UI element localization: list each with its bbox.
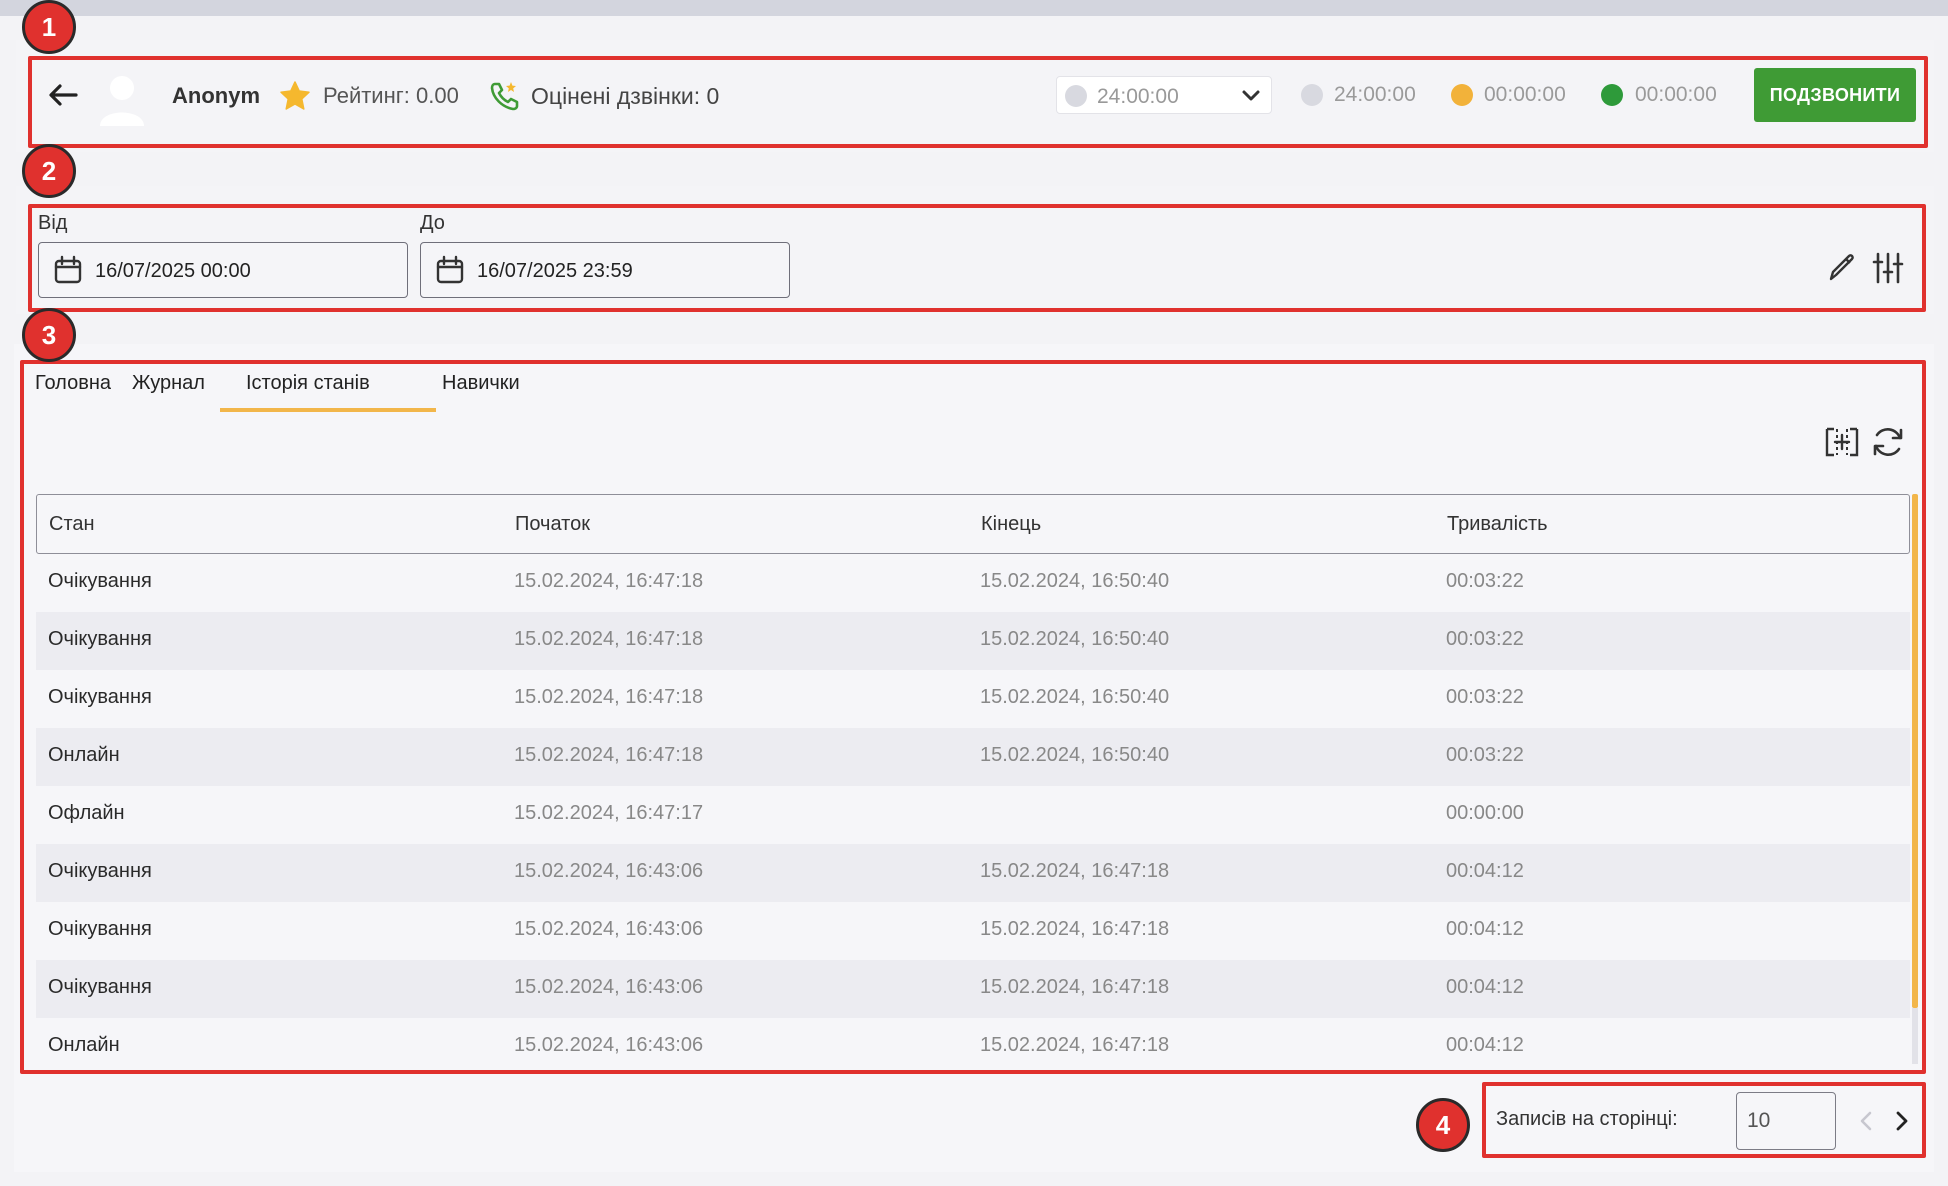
timer-dot-online: [1601, 84, 1623, 106]
table-scrollbar-track[interactable]: [1912, 1008, 1918, 1064]
agent-name: Anonym: [172, 83, 260, 108]
cell-duration: 00:04:12: [1446, 918, 1524, 940]
cell-start: 15.02.2024, 16:47:18: [514, 686, 704, 708]
tab-skills[interactable]: Навички: [442, 372, 520, 395]
per-page-label: Записів на сторінці:: [1496, 1108, 1678, 1130]
cell-end: 15.02.2024, 16:50:40: [980, 686, 1170, 708]
from-label: Від: [38, 212, 68, 234]
to-date-field[interactable]: [420, 242, 790, 298]
cell-duration: 00:03:22: [1446, 570, 1524, 592]
column-header-duration[interactable]: Тривалість: [1447, 513, 1548, 536]
cell-state: Офлайн: [48, 802, 125, 824]
pencil-icon[interactable]: [1824, 250, 1860, 286]
chevron-right-icon[interactable]: [1888, 1106, 1916, 1136]
status-dot: [1065, 85, 1087, 107]
chevron-left-icon[interactable]: [1852, 1106, 1880, 1136]
refresh-icon[interactable]: [1870, 424, 1906, 460]
to-date-input[interactable]: [477, 257, 777, 285]
fit-columns-icon[interactable]: [1824, 424, 1860, 460]
cell-start: 15.02.2024, 16:43:06: [514, 976, 704, 998]
table-body: Очікування 15.02.2024, 16:47:18 15.02.20…: [36, 554, 1910, 1076]
tab-state-history[interactable]: Історія станів: [246, 372, 370, 395]
user-avatar-icon: [100, 76, 144, 126]
cell-end: 15.02.2024, 16:50:40: [980, 744, 1170, 766]
sliders-icon[interactable]: [1870, 250, 1906, 286]
annotation-badge-1: 1: [22, 0, 76, 54]
cell-start: 15.02.2024, 16:47:18: [514, 628, 704, 650]
cell-state: Очікування: [48, 686, 152, 708]
star-icon: [280, 81, 310, 110]
calendar-icon: [54, 255, 82, 284]
top-strip: [0, 0, 1948, 16]
cell-end: 15.02.2024, 16:47:18: [980, 918, 1170, 940]
table-row[interactable]: Онлайн 15.02.2024, 16:43:06 15.02.2024, …: [36, 1018, 1910, 1076]
cell-state: Очікування: [48, 918, 152, 940]
cell-duration: 00:04:12: [1446, 976, 1524, 998]
column-header-state[interactable]: Стан: [49, 513, 95, 536]
cell-state: Онлайн: [48, 1034, 120, 1056]
cell-start: 15.02.2024, 16:43:06: [514, 860, 704, 882]
table-row[interactable]: Онлайн 15.02.2024, 16:47:18 15.02.2024, …: [36, 728, 1910, 786]
status-select-value: 24:00:00: [1097, 85, 1179, 108]
cell-state: Очікування: [48, 976, 152, 998]
cell-start: 15.02.2024, 16:47:17: [514, 802, 704, 824]
cell-end: 15.02.2024, 16:47:18: [980, 976, 1170, 998]
call-button[interactable]: ПОДЗВОНИТИ: [1754, 68, 1916, 122]
table-row[interactable]: Очікування 15.02.2024, 16:47:18 15.02.20…: [36, 554, 1910, 612]
state-history-table: Стан Початок Кінець Тривалість Очікуванн…: [36, 494, 1910, 1076]
annotation-badge-3: 3: [22, 308, 76, 362]
table-header: Стан Початок Кінець Тривалість: [36, 494, 1910, 554]
cell-start: 15.02.2024, 16:47:18: [514, 744, 704, 766]
status-select[interactable]: 24:00:00: [1056, 76, 1272, 114]
cell-duration: 00:03:22: [1446, 628, 1524, 650]
cell-state: Очікування: [48, 860, 152, 882]
cell-state: Очікування: [48, 570, 152, 592]
tab-main[interactable]: Головна: [35, 372, 111, 395]
cell-start: 15.02.2024, 16:43:06: [514, 1034, 704, 1056]
cell-start: 15.02.2024, 16:47:18: [514, 570, 704, 592]
active-tab-indicator: [220, 408, 436, 412]
table-scrollbar-thumb[interactable]: [1912, 494, 1918, 1008]
cell-duration: 00:00:00: [1446, 802, 1524, 824]
timer-pending: 00:00:00: [1484, 83, 1566, 106]
rating-text: Рейтинг: 0.00: [323, 83, 459, 108]
rated-calls-text: Оцінені дзвінки: 0: [531, 83, 720, 109]
cell-end: 15.02.2024, 16:50:40: [980, 628, 1170, 650]
tab-journal[interactable]: Журнал: [132, 372, 205, 395]
cell-end: 15.02.2024, 16:50:40: [980, 570, 1170, 592]
cell-duration: 00:03:22: [1446, 744, 1524, 766]
from-date-input[interactable]: [95, 257, 395, 285]
annotation-badge-2: 2: [22, 144, 76, 198]
timer-idle: 24:00:00: [1334, 83, 1416, 106]
cell-start: 15.02.2024, 16:43:06: [514, 918, 704, 940]
timer-dot-idle: [1301, 84, 1323, 106]
cell-duration: 00:04:12: [1446, 860, 1524, 882]
calendar-icon: [436, 255, 464, 284]
phone-icon: [490, 82, 519, 111]
arrow-left-icon[interactable]: [46, 78, 80, 112]
column-header-start[interactable]: Початок: [515, 513, 590, 536]
table-row[interactable]: Офлайн 15.02.2024, 16:47:17 00:00:00: [36, 786, 1910, 844]
table-row[interactable]: Очікування 15.02.2024, 16:43:06 15.02.20…: [36, 844, 1910, 902]
timer-online: 00:00:00: [1635, 83, 1717, 106]
column-header-end[interactable]: Кінець: [981, 513, 1041, 536]
table-row[interactable]: Очікування 15.02.2024, 16:47:18 15.02.20…: [36, 670, 1910, 728]
per-page-input[interactable]: [1736, 1092, 1836, 1150]
cell-state: Онлайн: [48, 744, 120, 766]
cell-state: Очікування: [48, 628, 152, 650]
cell-duration: 00:03:22: [1446, 686, 1524, 708]
to-label: До: [420, 212, 445, 234]
table-row[interactable]: Очікування 15.02.2024, 16:47:18 15.02.20…: [36, 612, 1910, 670]
chevron-down-icon: [1242, 90, 1260, 101]
timer-dot-pending: [1451, 84, 1473, 106]
table-row[interactable]: Очікування 15.02.2024, 16:43:06 15.02.20…: [36, 960, 1910, 1018]
cell-end: 15.02.2024, 16:47:18: [980, 860, 1170, 882]
annotation-badge-4: 4: [1416, 1098, 1470, 1152]
cell-duration: 00:04:12: [1446, 1034, 1524, 1056]
table-row[interactable]: Очікування 15.02.2024, 16:43:06 15.02.20…: [36, 902, 1910, 960]
from-date-field[interactable]: [38, 242, 408, 298]
cell-end: 15.02.2024, 16:47:18: [980, 1034, 1170, 1056]
